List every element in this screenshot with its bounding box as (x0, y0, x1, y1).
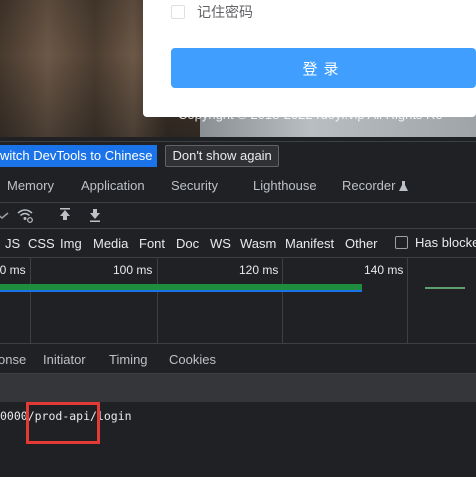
tab-application[interactable]: Application (81, 178, 145, 193)
filter-js[interactable]: JS (5, 236, 20, 251)
flask-icon (399, 181, 408, 191)
webpage-area: 记住密码 登录 Copyright © 2018-2022 ruoyi.vip … (0, 0, 476, 137)
network-conditions-icon[interactable] (17, 207, 33, 223)
switch-language-button[interactable]: witch DevTools to Chinese (0, 144, 158, 167)
panel-tabbar: Memory Application Security Lighthouse R… (0, 170, 476, 203)
tab-cookies[interactable]: Cookies (169, 352, 216, 367)
network-toolbar (0, 203, 476, 229)
tab-lighthouse[interactable]: Lighthouse (253, 178, 317, 193)
request-detail-tabbar: onse Initiator Timing Cookies (0, 345, 476, 374)
login-card: 记住密码 登录 (143, 0, 476, 117)
filter-ws[interactable]: WS (210, 236, 231, 251)
tab-initiator[interactable]: Initiator (43, 352, 86, 367)
copyright-text: Copyright © 2018-2022 ruoyi.vip All Righ… (178, 107, 443, 122)
filter-media[interactable]: Media (93, 236, 128, 251)
filter-font[interactable]: Font (139, 236, 165, 251)
tab-memory[interactable]: Memory (7, 178, 54, 193)
tick-line (157, 258, 158, 343)
filter-manifest[interactable]: Manifest (285, 236, 334, 251)
has-blocked-checkbox[interactable] (395, 236, 408, 249)
filter-css[interactable]: CSS (28, 236, 55, 251)
tab-response[interactable]: onse (0, 352, 26, 367)
dropdown-icon[interactable] (0, 207, 10, 223)
tick-line (407, 258, 408, 343)
filter-doc[interactable]: Doc (176, 236, 199, 251)
network-overview-timeline[interactable]: 80 ms 100 ms 120 ms 140 ms (0, 258, 476, 344)
tick-label: 80 ms (0, 263, 26, 277)
has-blocked-label: Has blocked (415, 235, 476, 250)
tab-security[interactable]: Security (171, 178, 218, 193)
highlight-box (26, 402, 100, 444)
tab-timing[interactable]: Timing (109, 352, 148, 367)
dont-show-again-button[interactable]: Don't show again (165, 144, 279, 167)
language-infobar: witch DevTools to Chinese Don't show aga… (0, 141, 476, 169)
remember-checkbox[interactable] (171, 5, 185, 19)
request-header-band (0, 374, 476, 402)
resource-filter-bar: JS CSS Img Media Font Doc WS Wasm Manife… (0, 229, 476, 258)
tick-line (30, 258, 31, 343)
import-har-icon[interactable] (57, 207, 73, 223)
devtools-panel: witch DevTools to Chinese Don't show aga… (0, 137, 476, 477)
tick-label: 140 ms (364, 263, 404, 277)
filter-wasm[interactable]: Wasm (240, 236, 276, 251)
request-waterfall-bar (0, 284, 362, 292)
remember-label: 记住密码 (197, 4, 253, 20)
url-suffix: login (96, 409, 132, 423)
tab-recorder[interactable]: Recorder (342, 178, 395, 193)
filter-img[interactable]: Img (60, 236, 82, 251)
filter-other[interactable]: Other (345, 236, 378, 251)
tick-label: 100 ms (113, 263, 153, 277)
request-waterfall-bar-small (425, 287, 465, 289)
tick-line (282, 258, 283, 343)
login-button[interactable]: 登录 (171, 48, 476, 88)
has-blocked-cookies-toggle[interactable]: Has blocked (395, 235, 476, 250)
export-har-icon[interactable] (87, 207, 103, 223)
tick-label: 120 ms (239, 263, 279, 277)
remember-password[interactable]: 记住密码 (171, 2, 253, 22)
